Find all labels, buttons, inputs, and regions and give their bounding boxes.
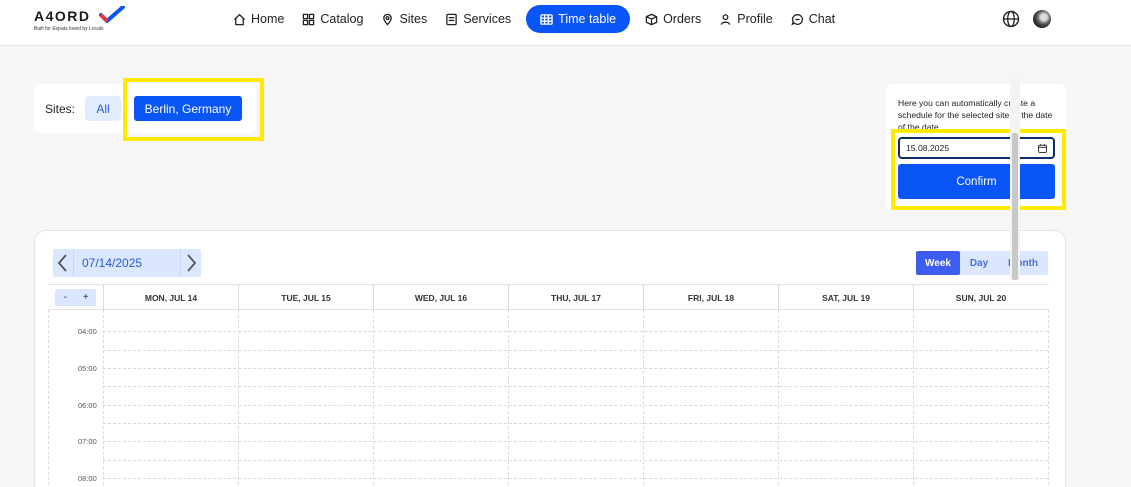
grid-line	[103, 386, 1048, 387]
zoom-controls: - +	[55, 289, 96, 306]
day-header-thu: THU, JUL 17	[508, 285, 643, 310]
nav-catalog-label: Catalog	[320, 12, 364, 26]
grid-line	[103, 350, 1048, 351]
grid-line	[48, 310, 49, 487]
table-icon	[540, 13, 553, 25]
user-icon	[720, 13, 731, 25]
nav-services[interactable]: Services	[436, 5, 520, 33]
grid-line	[103, 460, 1048, 461]
sites-all-button[interactable]: All	[85, 96, 121, 121]
highlight-box-sites	[123, 78, 264, 141]
scrollbar-thumb[interactable]	[1012, 133, 1018, 280]
nav-sites[interactable]: Sites	[372, 5, 436, 33]
nav-chat-label: Chat	[808, 12, 836, 26]
week-grid[interactable]: 04:00 05:00 06:00 07:00 08:00	[48, 310, 1049, 487]
grid-line	[103, 331, 1048, 332]
services-icon	[446, 13, 458, 25]
grid-line	[103, 405, 1048, 406]
nav-services-label: Services	[463, 12, 512, 26]
nav-separator	[73, 249, 74, 277]
zoom-out-button[interactable]: -	[55, 289, 76, 306]
nav-orders[interactable]: Orders	[636, 5, 710, 33]
day-header-sun: SUN, JUL 20	[913, 285, 1048, 310]
calendar-card: 07/14/2025 Week Day Month - + MON, JUL 1…	[34, 230, 1066, 487]
next-week-arrow-icon[interactable]	[184, 253, 198, 273]
day-header-fri: FRI, JUL 18	[643, 285, 778, 310]
nav-sites-label: Sites	[399, 12, 428, 26]
brand-logo[interactable]: A4ORD Built for Expats loved by Locals	[34, 6, 129, 36]
grid-line	[103, 478, 1048, 479]
nav-home[interactable]: Home	[224, 5, 293, 33]
day-header-wed: WED, JUL 16	[373, 285, 508, 310]
chat-icon	[790, 13, 803, 26]
view-switcher: Week Day Month	[916, 251, 1048, 275]
nav-chat[interactable]: Chat	[782, 5, 844, 33]
grid-line	[103, 368, 1048, 369]
brand-tagline: Built for Expats loved by Locals	[34, 26, 104, 32]
nav-separator	[180, 249, 181, 277]
day-header-tue: TUE, JUL 15	[238, 285, 373, 310]
nav-home-label: Home	[251, 12, 285, 26]
view-week-button[interactable]: Week	[916, 251, 960, 275]
current-date[interactable]: 07/14/2025	[82, 256, 142, 270]
brand-name: A4ORD	[34, 8, 91, 24]
nav-profile-label: Profile	[737, 12, 773, 26]
grid-line	[103, 441, 1048, 442]
date-navigator: 07/14/2025	[53, 249, 201, 277]
time-label: 04:00	[78, 327, 97, 336]
week-header: - + MON, JUL 14 TUE, JUL 15 WED, JUL 16 …	[48, 284, 1049, 310]
avatar[interactable]	[1033, 10, 1051, 28]
check-logo-icon	[99, 6, 125, 23]
main-nav: Home Catalog Sites Services Time table O…	[224, 5, 844, 33]
time-label: 08:00	[78, 474, 97, 483]
globe-icon[interactable]	[1002, 10, 1020, 28]
nav-timetable[interactable]: Time table	[526, 5, 631, 33]
time-label: 05:00	[78, 364, 97, 373]
previous-week-arrow-icon[interactable]	[56, 253, 70, 273]
view-day-button[interactable]: Day	[960, 251, 998, 275]
grid-line	[103, 423, 1048, 424]
top-navbar: A4ORD Built for Expats loved by Locals H…	[0, 0, 1131, 46]
day-header-sat: SAT, JUL 19	[778, 285, 913, 310]
nav-profile[interactable]: Profile	[710, 5, 781, 33]
catalog-icon	[303, 13, 315, 25]
view-month-button[interactable]: Month	[998, 251, 1048, 275]
day-header-mon: MON, JUL 14	[103, 285, 238, 310]
box-icon	[645, 13, 658, 25]
location-pin-icon	[383, 13, 393, 26]
time-label: 07:00	[78, 437, 97, 446]
schedule-description: Here you can automatically create a sche…	[898, 98, 1053, 132]
time-label: 06:00	[78, 401, 97, 410]
nav-catalog[interactable]: Catalog	[293, 5, 372, 33]
home-icon	[233, 13, 246, 25]
nav-orders-label: Orders	[663, 12, 702, 26]
zoom-in-button[interactable]: +	[76, 289, 97, 306]
sites-label: Sites:	[45, 102, 76, 116]
highlight-box-schedule	[891, 129, 1066, 210]
grid-line	[1048, 310, 1049, 487]
nav-timetable-label: Time table	[558, 12, 617, 26]
